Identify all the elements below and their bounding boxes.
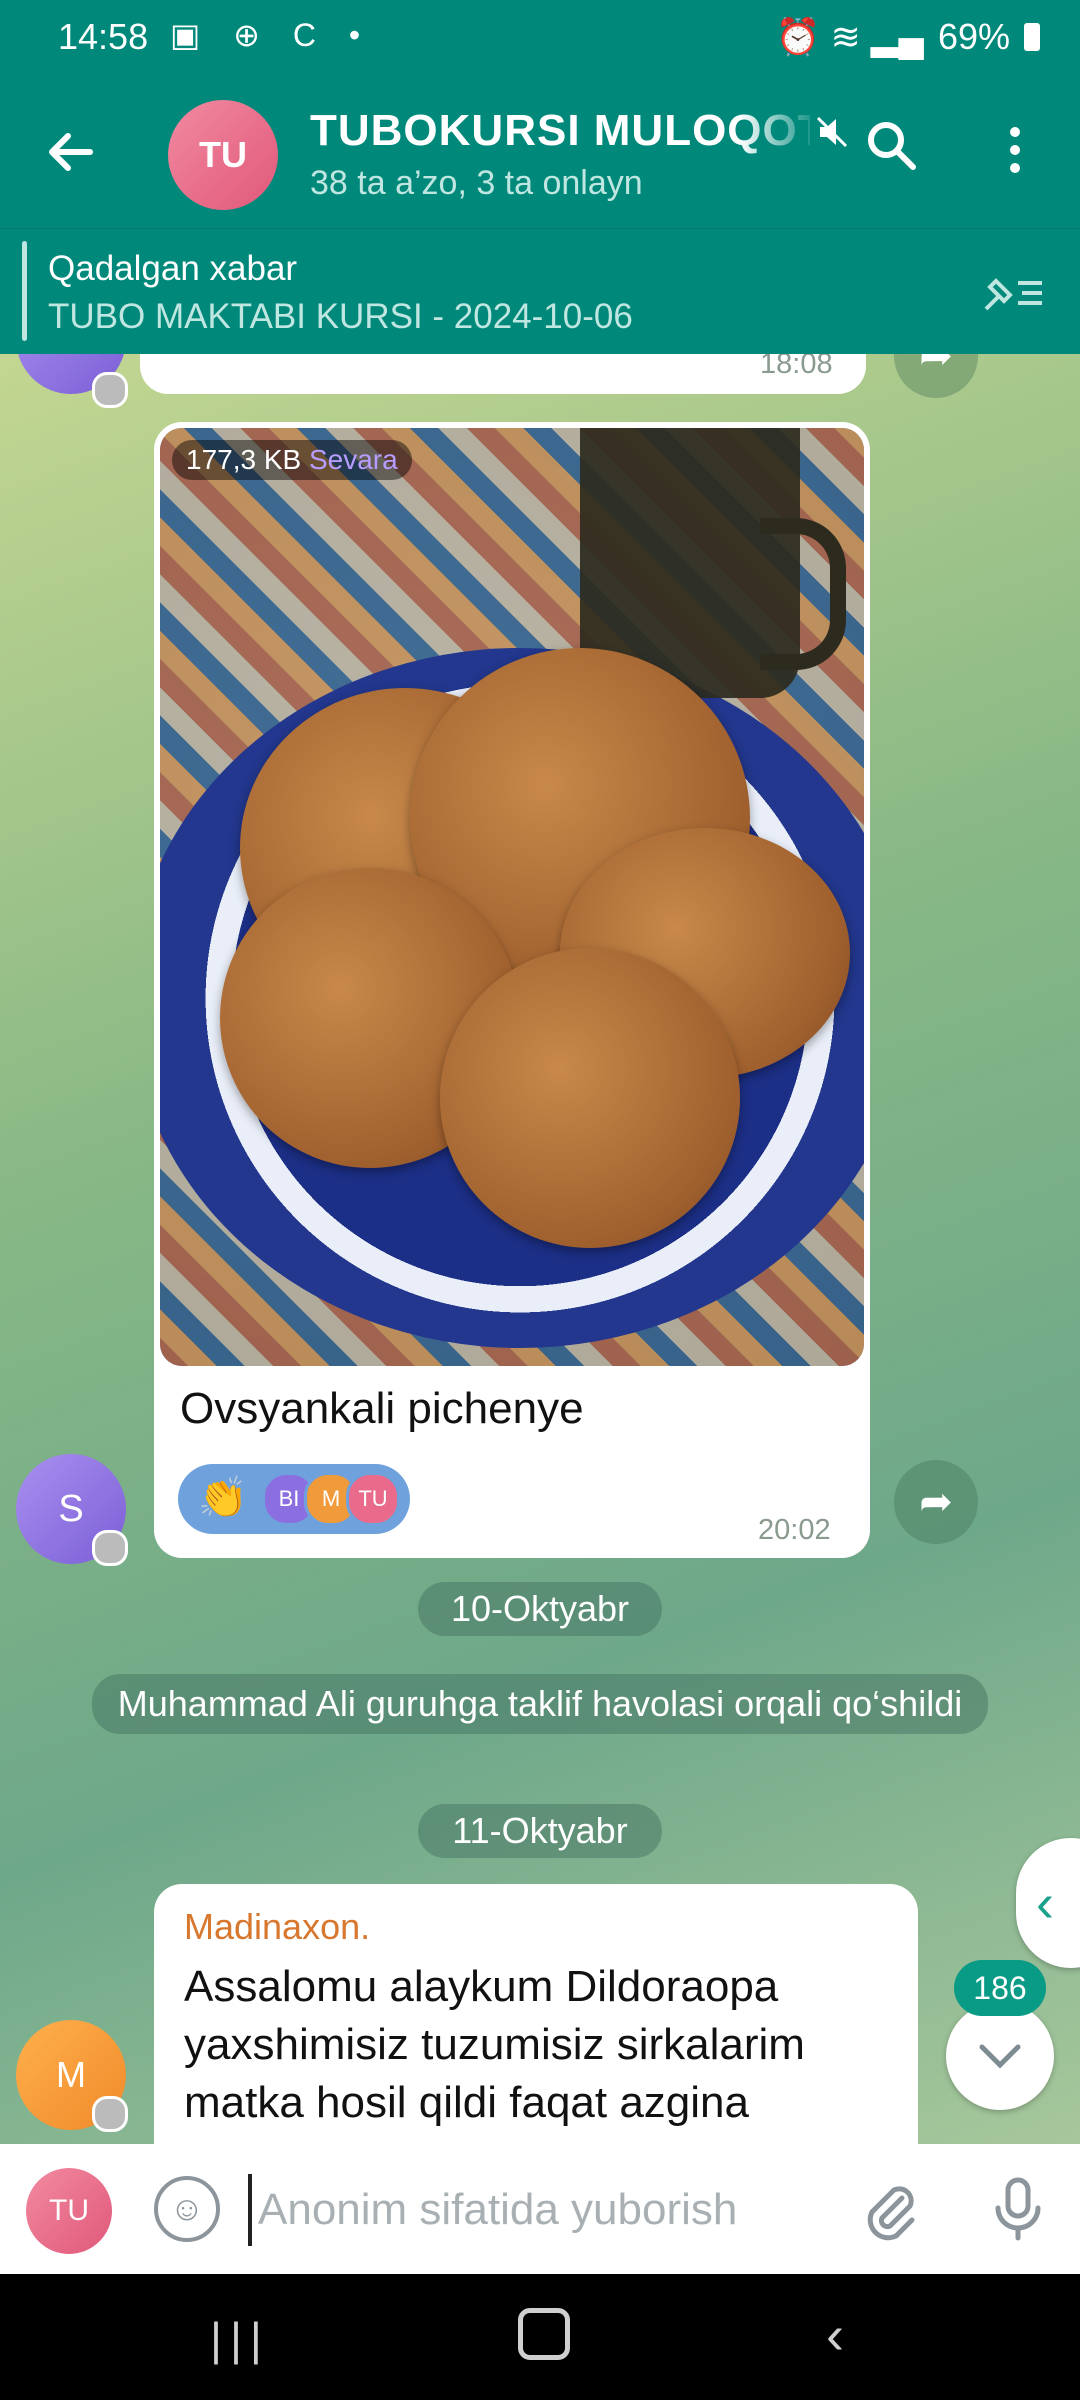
- photo-info-badge: 177,3 KB Sevara: [172, 440, 412, 480]
- system-icons: ⏰ ≋ ▂▄: [775, 16, 924, 57]
- presence-dot: [92, 2096, 128, 2132]
- pinned-title: Qadalgan xabar: [48, 249, 298, 288]
- more-options-icon[interactable]: [1000, 120, 1030, 180]
- photo-caption: Ovsyankali pichenye: [180, 1384, 584, 1433]
- date-separator: 11-Oktyabr: [418, 1804, 662, 1858]
- back-icon[interactable]: ‹: [826, 2304, 844, 2366]
- photo-cookies[interactable]: 177,3 KB Sevara: [160, 428, 864, 1366]
- service-message: Muhammad Ali guruhga taklif havolasi orq…: [92, 1674, 988, 1734]
- message-text: Assalomu alaykum Dildoraopa yaxshimisiz …: [184, 1962, 805, 2127]
- photo-size: 177,3 KB: [186, 444, 302, 475]
- photo-mug-handle: [760, 518, 846, 670]
- reaction-avatar: TU: [346, 1472, 400, 1526]
- message-input[interactable]: [248, 2174, 820, 2246]
- app-bar: TU TUBOKURSI MULOQOT 38 ta a’zo, 3 ta on…: [0, 76, 1080, 228]
- title-fade: [740, 106, 820, 162]
- unread-count-badge: 186: [954, 1960, 1046, 2016]
- search-icon[interactable]: [862, 116, 922, 176]
- notification-icons: ▣ ⊕ C •: [170, 17, 373, 53]
- chat-area[interactable]: 18:08 S ➦ 177,3 KB Sevara Ovsyankali pic…: [0, 354, 1080, 2144]
- scroll-down-button[interactable]: [946, 2002, 1054, 2110]
- message-time: 20:02: [758, 1514, 831, 1546]
- reaction-chip[interactable]: 👏 BI M TU: [178, 1464, 410, 1534]
- photo-sender: Sevara: [308, 444, 398, 475]
- microphone-icon[interactable]: [986, 2174, 1050, 2244]
- status-bar: 14:58 ▣ ⊕ C • ⏰ ≋ ▂▄ 69%: [0, 0, 1080, 76]
- battery-percent: 69%: [937, 16, 1010, 57]
- presence-dot: [92, 372, 128, 408]
- chevron-left-icon[interactable]: ‹: [1016, 1838, 1080, 1968]
- message-time: 18:08: [760, 354, 833, 380]
- home-icon[interactable]: [518, 2308, 570, 2360]
- pinned-message-bar[interactable]: Qadalgan xabar TUBO MAKTABI KURSI - 2024…: [0, 228, 1080, 355]
- attach-icon[interactable]: [858, 2178, 922, 2242]
- forward-icon[interactable]: ➦: [894, 354, 978, 398]
- back-arrow-icon[interactable]: [40, 122, 100, 182]
- forward-icon[interactable]: ➦: [894, 1460, 978, 1544]
- message-bubble-previous[interactable]: 18:08: [140, 354, 866, 394]
- presence-dot: [92, 1530, 128, 1566]
- date-separator: 10-Oktyabr: [418, 1582, 662, 1636]
- chat-subtitle: 38 ta a’zo, 3 ta onlayn: [310, 164, 643, 202]
- pinned-list-icon[interactable]: [978, 265, 1048, 321]
- recent-apps-icon[interactable]: |||: [210, 2312, 270, 2366]
- system-nav-bar: ||| ‹: [0, 2274, 1080, 2400]
- status-right: ⏰ ≋ ▂▄ 69%: [776, 16, 1040, 58]
- chat-title[interactable]: TUBOKURSI MULOQOT: [310, 106, 810, 156]
- group-avatar[interactable]: TU: [168, 100, 278, 210]
- message-bubble-madinaxon[interactable]: Madinaxon. Assalomu alaykum Dildoraopa y…: [154, 1884, 918, 2144]
- composer-bar: TU ☺: [0, 2144, 1080, 2274]
- emoji-icon[interactable]: ☺: [154, 2176, 220, 2242]
- pinned-text: TUBO MAKTABI KURSI - 2024-10-06: [48, 297, 633, 336]
- sender-name[interactable]: Madinaxon.: [184, 1906, 370, 1948]
- clap-emoji: 👏: [198, 1476, 248, 1520]
- muted-icon: [812, 112, 852, 161]
- battery-icon: [1024, 23, 1040, 51]
- pinned-indicator: [22, 241, 27, 341]
- status-time: 14:58: [58, 16, 149, 57]
- photo-cookie: [440, 948, 740, 1248]
- send-as-avatar[interactable]: TU: [26, 2168, 112, 2254]
